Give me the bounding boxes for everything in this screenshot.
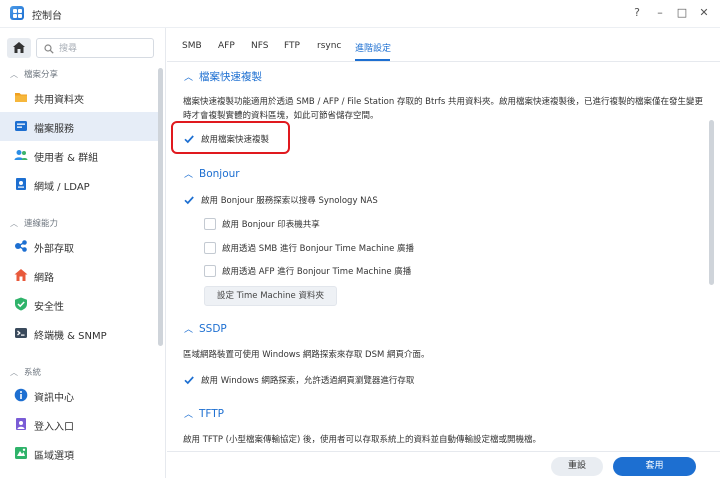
tab-ftp[interactable]: FTP: [284, 41, 300, 51]
tab-rsync[interactable]: rsync: [317, 41, 341, 51]
users-icon: [14, 150, 28, 160]
search-icon: [44, 44, 54, 54]
sidebar-item-terminal-snmp[interactable]: 終端機 & SNMP: [0, 319, 158, 348]
checkbox-box: [204, 242, 216, 254]
info-icon: [14, 388, 28, 402]
sidebar-item-label: 區域選項: [34, 451, 74, 462]
section-file-sharing[interactable]: ︿ 檔案分享: [10, 68, 58, 80]
checkbox-box: [204, 265, 216, 277]
fastclone-description: 檔案快速複製功能適用於透過 SMB / AFP / File Station 存…: [183, 97, 703, 121]
chevron-up-icon: ︿: [184, 410, 194, 420]
group-tftp-header[interactable]: ︿ TFTP: [184, 407, 224, 420]
login-portal-icon: [16, 418, 26, 430]
sidebar-item-security[interactable]: 安全性: [0, 290, 158, 319]
tab-afp[interactable]: AFP: [218, 41, 235, 51]
external-access-icon: [15, 240, 27, 252]
sidebar-item-network[interactable]: 網路: [0, 261, 158, 290]
time-machine-folder-button[interactable]: 設定 Time Machine 資料夾: [204, 286, 337, 306]
chevron-up-icon: ︿: [10, 70, 18, 79]
tftp-description: 啟用 TFTP (小型檔案傳輸協定) 後，使用者可以存取系統上的資料並自動傳輸設…: [183, 435, 541, 445]
sidebar-item-label: 網路: [34, 273, 54, 284]
search-input[interactable]: [59, 42, 149, 55]
sidebar-item-label: 網域 / LDAP: [34, 182, 90, 193]
group-ssdp-header[interactable]: ︿ SSDP: [184, 322, 227, 335]
sidebar-item-login-portal[interactable]: 登入入口: [0, 410, 158, 439]
sidebar-item-domain-ldap[interactable]: 網域 / LDAP: [0, 170, 158, 199]
checkmark-icon: [184, 376, 194, 385]
sidebar-item-info-center[interactable]: 資訊中心: [0, 381, 158, 410]
apply-button[interactable]: 套用: [613, 457, 696, 476]
domain-icon: [16, 178, 26, 190]
chevron-up-icon: ︿: [184, 73, 194, 83]
minimize-button[interactable]: –: [651, 4, 669, 22]
main-panel: SMB AFP NFS FTP rsync 進階設定 ︿ 檔案快速複製 檔案快速複…: [167, 28, 720, 478]
tab-nfs[interactable]: NFS: [251, 41, 268, 51]
chevron-up-icon: ︿: [184, 325, 194, 335]
folder-icon: [15, 93, 27, 102]
help-button[interactable]: ?: [628, 4, 646, 22]
sidebar-item-label: 外部存取: [34, 244, 74, 255]
sidebar-item-user-group[interactable]: 使用者 & 群組: [0, 141, 158, 170]
checkmark-icon: [184, 196, 194, 205]
search-field[interactable]: [36, 38, 154, 58]
sidebar: ︿檔案分享 共用資料夾 檔案服務 使用者 & 群組 網域 / LDAP ︿連線能…: [0, 28, 166, 478]
tab-advanced[interactable]: 進階設定: [355, 41, 391, 54]
sidebar-item-label: 安全性: [34, 302, 64, 313]
content-scrollbar[interactable]: [709, 120, 714, 285]
red-highlight-annotation: [171, 121, 290, 154]
bonjour-enable-checkbox[interactable]: 啟用 Bonjour 服務探索以搜尋 Synology NAS: [183, 194, 443, 208]
bonjour-afp-tm-checkbox[interactable]: 啟用透過 AFP 進行 Bonjour Time Machine 廣播: [204, 265, 464, 279]
sidebar-item-file-services[interactable]: 檔案服務: [0, 112, 158, 141]
network-home-icon: [14, 269, 28, 281]
sidebar-item-label: 檔案服務: [34, 124, 74, 135]
sidebar-item-label: 終端機 & SNMP: [34, 331, 107, 342]
tabs-divider: [167, 61, 720, 62]
tab-smb[interactable]: SMB: [182, 41, 202, 51]
reset-button[interactable]: 重設: [551, 457, 603, 476]
sidebar-item-external-access[interactable]: 外部存取: [0, 232, 158, 261]
ssdp-enable-checkbox[interactable]: 啟用 Windows 網路探索，允許透過網頁瀏覽器進行存取: [183, 374, 463, 388]
home-icon: [13, 42, 25, 53]
section-system[interactable]: ︿ 系統: [10, 366, 41, 378]
checkbox-box: [204, 218, 216, 230]
shield-icon: [15, 297, 27, 311]
sidebar-item-shared-folder[interactable]: 共用資料夾: [0, 83, 158, 112]
chevron-up-icon: ︿: [184, 170, 194, 180]
close-button[interactable]: ✕: [695, 4, 713, 22]
bonjour-printer-checkbox[interactable]: 啟用 Bonjour 印表機共享: [204, 218, 404, 232]
sidebar-item-label: 資訊中心: [34, 393, 74, 404]
sidebar-item-label: 登入入口: [34, 422, 74, 433]
group-fastclone-header[interactable]: ︿ 檔案快速複製: [184, 69, 262, 84]
regional-icon: [15, 447, 27, 459]
footer-bar: 重設 套用: [167, 451, 720, 478]
window-title: 控制台: [32, 11, 62, 22]
control-panel-icon: [10, 6, 24, 20]
home-button[interactable]: [7, 38, 31, 58]
group-bonjour-header[interactable]: ︿ Bonjour: [184, 167, 240, 180]
chevron-up-icon: ︿: [10, 219, 18, 228]
chevron-up-icon: ︿: [10, 368, 18, 377]
ssdp-description: 區域網路裝置可使用 Windows 網路探索來存取 DSM 網頁介面。: [183, 350, 430, 360]
sidebar-scrollbar[interactable]: [158, 68, 163, 346]
sidebar-item-regional-options[interactable]: 區域選項: [0, 439, 158, 468]
file-services-icon: [15, 121, 27, 131]
title-bar: 控制台 ? – □ ✕: [0, 0, 720, 28]
bonjour-smb-tm-checkbox[interactable]: 啟用透過 SMB 進行 Bonjour Time Machine 廣播: [204, 242, 464, 256]
sidebar-item-label: 共用資料夾: [34, 95, 84, 106]
section-connectivity[interactable]: ︿ 連線能力: [10, 217, 58, 229]
maximize-button[interactable]: □: [673, 4, 691, 22]
terminal-icon: [15, 328, 27, 338]
sidebar-item-label: 使用者 & 群組: [34, 153, 99, 164]
